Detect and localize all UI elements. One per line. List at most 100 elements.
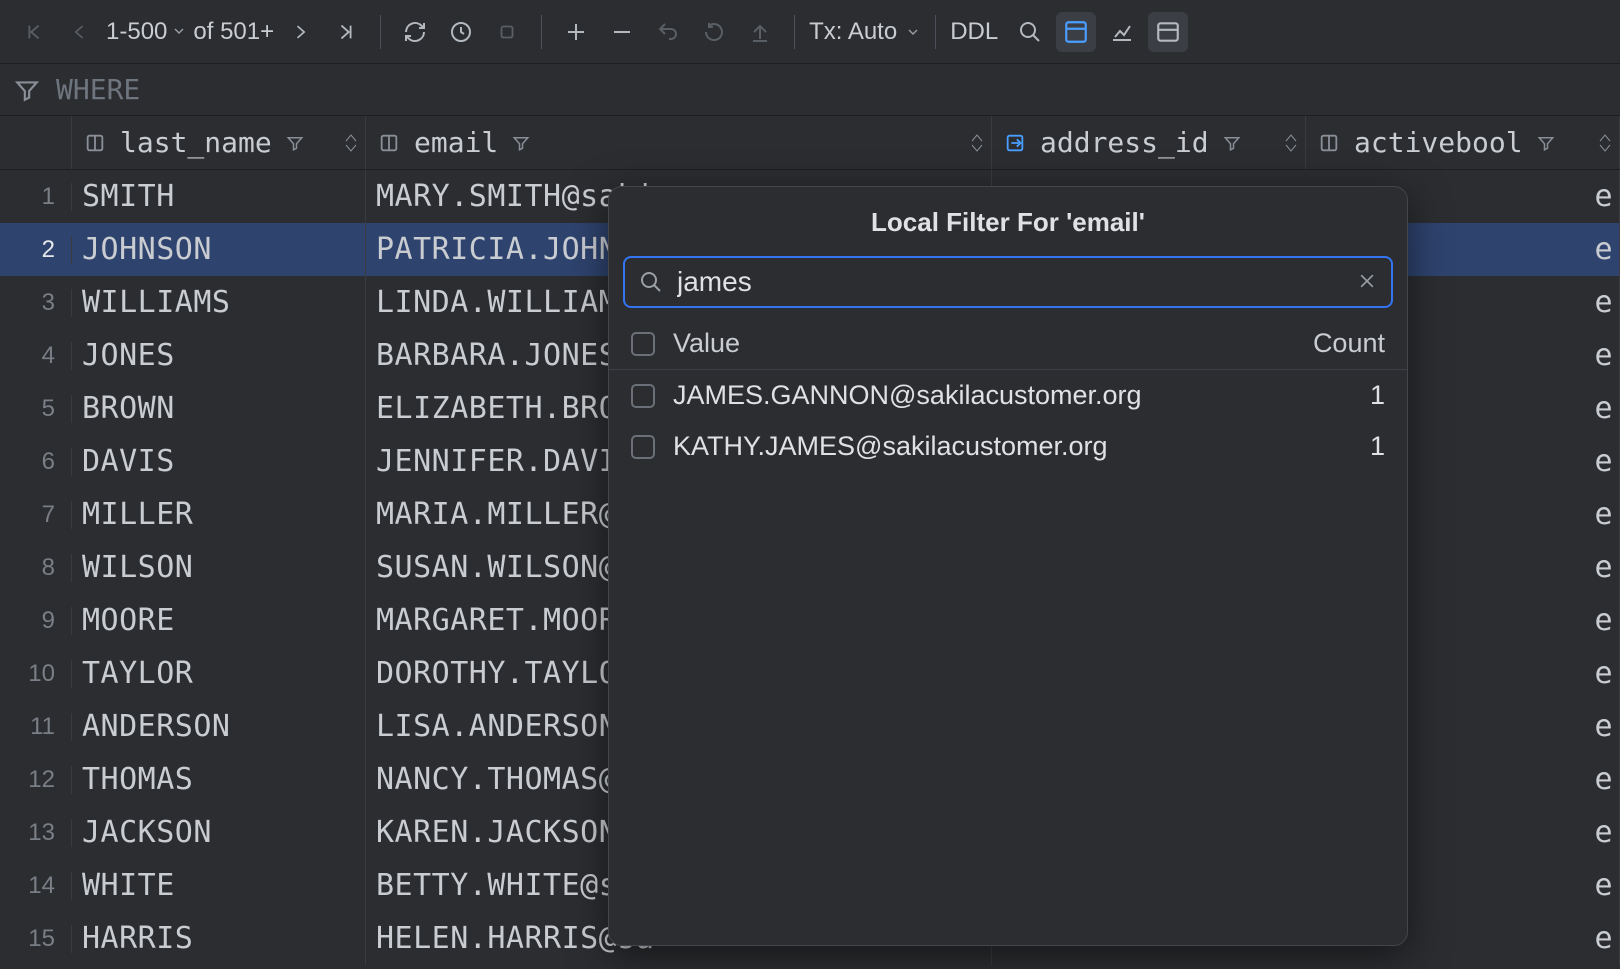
prev-page-button[interactable]	[60, 12, 100, 52]
column-header-last-name[interactable]: last_name	[72, 116, 366, 169]
row-number[interactable]: 5	[0, 395, 72, 423]
column-header-address-id[interactable]: address_id	[992, 116, 1306, 169]
cell-last-name[interactable]: HARRIS	[72, 912, 366, 965]
cell-last-name[interactable]: DAVIS	[72, 435, 366, 488]
truncated-indicator: e	[1594, 762, 1613, 797]
separator	[541, 15, 542, 49]
truncated-indicator: e	[1594, 815, 1613, 850]
sort-arrows[interactable]	[971, 134, 983, 152]
column-label: activebool	[1354, 126, 1523, 159]
filter-option-row[interactable]: KATHY.JAMES@sakilacustomer.org 1	[609, 421, 1407, 472]
local-filter-popup: Local Filter For 'email' Value Count JAM…	[608, 186, 1408, 946]
row-number[interactable]: 2	[0, 236, 72, 264]
column-label: email	[414, 126, 498, 159]
filter-icon[interactable]	[512, 134, 530, 152]
filter-icon[interactable]	[1223, 134, 1241, 152]
cell-last-name[interactable]: ANDERSON	[72, 700, 366, 753]
column-label: last_name	[120, 126, 272, 159]
page-range-label: 1-500	[106, 18, 167, 46]
ddl-button[interactable]: DDL	[950, 18, 998, 46]
column-icon	[84, 132, 106, 154]
search-button[interactable]	[1010, 12, 1050, 52]
filter-option-checkbox[interactable]	[631, 384, 655, 408]
row-number[interactable]: 14	[0, 872, 72, 900]
add-row-button[interactable]	[556, 12, 596, 52]
separator	[380, 15, 381, 49]
truncated-indicator: e	[1594, 232, 1613, 267]
count-header: Count	[1313, 328, 1385, 359]
truncated-indicator: e	[1594, 444, 1613, 479]
upload-button[interactable]	[740, 12, 780, 52]
row-number[interactable]: 15	[0, 925, 72, 953]
cell-last-name[interactable]: WILSON	[72, 541, 366, 594]
sort-arrows[interactable]	[1599, 134, 1611, 152]
row-number[interactable]: 9	[0, 607, 72, 635]
remove-row-button[interactable]	[602, 12, 642, 52]
where-bar[interactable]: WHERE	[0, 64, 1620, 116]
cell-last-name[interactable]: MOORE	[72, 594, 366, 647]
clear-search-button[interactable]	[1357, 267, 1377, 298]
next-page-button[interactable]	[280, 12, 320, 52]
row-number[interactable]: 11	[0, 713, 72, 741]
refresh-button[interactable]	[395, 12, 435, 52]
first-page-button[interactable]	[14, 12, 54, 52]
revert-button[interactable]	[648, 12, 688, 52]
cell-last-name[interactable]: JACKSON	[72, 806, 366, 859]
truncated-indicator: e	[1594, 550, 1613, 585]
filter-search-field[interactable]	[623, 256, 1393, 308]
filter-panel-button[interactable]	[1056, 12, 1096, 52]
filter-icon[interactable]	[1537, 134, 1555, 152]
column-header-activebool[interactable]: activebool	[1306, 116, 1620, 169]
cell-last-name[interactable]: MILLER	[72, 488, 366, 541]
cell-last-name[interactable]: JONES	[72, 329, 366, 382]
row-number[interactable]: 10	[0, 660, 72, 688]
filter-option-checkbox[interactable]	[631, 435, 655, 459]
filter-list-header: Value Count	[609, 318, 1407, 370]
row-number[interactable]: 12	[0, 766, 72, 794]
filter-icon[interactable]	[286, 134, 304, 152]
history-button[interactable]	[441, 12, 481, 52]
filter-option-count: 1	[1370, 380, 1385, 411]
row-number[interactable]: 13	[0, 819, 72, 847]
filter-search-input[interactable]	[677, 266, 1343, 298]
stop-button[interactable]	[487, 12, 527, 52]
truncated-indicator: e	[1594, 285, 1613, 320]
truncated-indicator: e	[1594, 497, 1613, 532]
column-icon	[378, 132, 400, 154]
table-view-button[interactable]	[1148, 12, 1188, 52]
row-number[interactable]: 6	[0, 448, 72, 476]
separator	[794, 15, 795, 49]
sort-arrows[interactable]	[1285, 134, 1297, 152]
submit-button[interactable]	[694, 12, 734, 52]
row-number[interactable]: 7	[0, 501, 72, 529]
filter-icon	[14, 77, 40, 103]
where-label: WHERE	[56, 73, 140, 106]
row-number-header[interactable]	[0, 116, 72, 169]
column-label: address_id	[1040, 126, 1209, 159]
cell-last-name[interactable]: THOMAS	[72, 753, 366, 806]
row-number[interactable]: 8	[0, 554, 72, 582]
truncated-indicator: e	[1594, 868, 1613, 903]
row-number[interactable]: 4	[0, 342, 72, 370]
last-page-button[interactable]	[326, 12, 366, 52]
column-fk-icon	[1004, 132, 1026, 154]
cell-last-name[interactable]: SMITH	[72, 170, 366, 223]
column-icon	[1318, 132, 1340, 154]
select-all-checkbox[interactable]	[631, 332, 655, 356]
page-range-dropdown[interactable]: 1-500	[106, 18, 187, 46]
row-number[interactable]: 3	[0, 289, 72, 317]
tx-mode-dropdown[interactable]: Tx: Auto	[809, 18, 921, 46]
truncated-indicator: e	[1594, 656, 1613, 691]
cell-last-name[interactable]: BROWN	[72, 382, 366, 435]
cell-last-name[interactable]: WHITE	[72, 859, 366, 912]
cell-last-name[interactable]: WILLIAMS	[72, 276, 366, 329]
sort-arrows[interactable]	[345, 134, 357, 152]
popup-title: Local Filter For 'email'	[609, 199, 1407, 256]
column-header-email[interactable]: email	[366, 116, 992, 169]
cell-last-name[interactable]: JOHNSON	[72, 223, 366, 276]
truncated-indicator: e	[1594, 179, 1613, 214]
filter-option-row[interactable]: JAMES.GANNON@sakilacustomer.org 1	[609, 370, 1407, 421]
cell-last-name[interactable]: TAYLOR	[72, 647, 366, 700]
chart-view-button[interactable]	[1102, 12, 1142, 52]
row-number[interactable]: 1	[0, 183, 72, 211]
